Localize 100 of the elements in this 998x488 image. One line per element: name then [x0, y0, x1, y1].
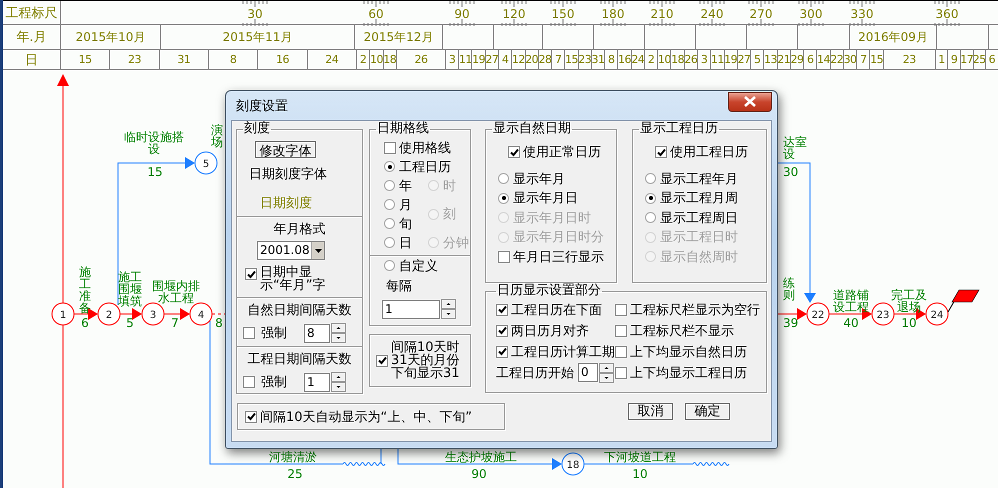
checkbox[interactable] — [376, 354, 388, 366]
checkbox[interactable] — [384, 142, 396, 154]
day-label: 3 — [448, 53, 456, 66]
checkbox[interactable] — [615, 366, 627, 378]
checkbox[interactable] — [243, 376, 255, 388]
font-label: 日期刻度字体 — [249, 166, 328, 183]
day-label: 15 — [78, 53, 92, 66]
number-field[interactable]: 0 — [578, 363, 598, 382]
number-field[interactable]: 1 — [304, 372, 330, 392]
day-label: 10 — [370, 53, 383, 66]
day-label: 11 — [459, 53, 472, 66]
number-field[interactable]: 1 — [382, 300, 440, 318]
duration-label: 6 — [81, 316, 89, 330]
radio-button[interactable] — [645, 192, 656, 204]
window-title: 刻度设置 — [236, 98, 288, 114]
checkbox[interactable] — [496, 304, 508, 316]
day-label: 5 — [754, 53, 760, 66]
month-label: 2015年12月 — [364, 28, 434, 46]
day-label: 26 — [414, 53, 428, 66]
radio-button[interactable] — [384, 199, 395, 210]
network-node[interactable]: 18 — [562, 452, 584, 476]
network-node[interactable]: 23 — [872, 302, 894, 326]
ruler-number: 90 — [454, 7, 470, 21]
ruler-number: 360 — [936, 7, 958, 21]
network-node[interactable]: 5 — [194, 152, 218, 174]
checkbox-label: 强制 — [261, 325, 288, 342]
radio-label: 自定义 — [399, 258, 438, 274]
group-title: 日期格线 — [376, 121, 430, 137]
ok-button[interactable]: 确定 — [685, 403, 730, 420]
checkbox-label: 日期中显示“年月”字 — [260, 266, 326, 292]
month-label: 2015年10月 — [76, 28, 146, 46]
flag-icon — [948, 290, 980, 312]
radio-button[interactable] — [384, 218, 395, 229]
number-field[interactable]: 8 — [304, 324, 330, 342]
day-label: 2 — [648, 53, 654, 66]
day-label: 30 — [844, 53, 856, 66]
checkbox[interactable] — [655, 146, 667, 158]
day-label: 16 — [618, 53, 631, 66]
duration-label: 15 — [147, 165, 163, 179]
activity-label: 生态护坡施工 — [445, 450, 517, 464]
activity-label: 下河坡道工程 — [604, 450, 676, 464]
checkbox-label: 上下均显示工程日历 — [630, 364, 747, 382]
checkbox[interactable] — [615, 324, 627, 336]
day-label: 10 — [658, 53, 670, 66]
duration-label: 5 — [126, 316, 134, 330]
close-button[interactable] — [728, 92, 772, 112]
duration-label: 30 — [783, 165, 798, 179]
network-node[interactable]: 4 — [190, 302, 212, 326]
day-label: 15 — [870, 53, 883, 66]
ruler-number: 180 — [602, 7, 624, 21]
day-label: 27 — [738, 53, 750, 66]
radio-button[interactable] — [645, 173, 656, 184]
ruler-number: 150 — [552, 7, 574, 21]
checkbox[interactable] — [498, 250, 510, 263]
section-title: 自然日期间隔天数 — [246, 302, 352, 319]
ruler-number: 60 — [368, 7, 384, 21]
format-dropdown[interactable]: 2001.08 — [257, 241, 325, 260]
spin-buttons[interactable] — [331, 372, 346, 392]
network-node[interactable]: 1 — [52, 302, 74, 326]
checkbox[interactable] — [496, 324, 508, 336]
day-label: 27 — [486, 53, 498, 66]
day-label: 29 — [790, 53, 804, 66]
checkbox[interactable] — [615, 304, 627, 316]
checkbox[interactable] — [245, 268, 257, 280]
checkbox-label: 工程标尺栏显示为空行 — [630, 302, 760, 318]
caret-icon — [314, 248, 322, 252]
day-label: 24 — [632, 53, 644, 66]
day-label: 21 — [778, 53, 790, 66]
network-node[interactable]: 22 — [806, 302, 830, 326]
spin-buttons[interactable] — [441, 299, 456, 319]
radio-button[interactable] — [384, 161, 395, 172]
checkbox[interactable] — [615, 346, 627, 358]
radio-button[interactable] — [384, 237, 395, 248]
ruler-number: 210 — [650, 7, 674, 21]
duration-label: 7 — [171, 316, 179, 330]
arrow — [120, 308, 142, 320]
radio-label: 旬 — [399, 216, 412, 232]
network-node[interactable]: 3 — [142, 302, 164, 326]
checkbox[interactable] — [496, 346, 508, 358]
spin-buttons[interactable] — [599, 362, 614, 382]
radio-button[interactable] — [645, 212, 656, 224]
radio-button[interactable] — [498, 173, 509, 184]
radio-button[interactable] — [384, 260, 395, 271]
day-label: 23 — [902, 53, 916, 66]
cancel-button[interactable]: 取消 — [628, 403, 673, 420]
duration-label: 39 — [783, 316, 798, 330]
day-label: 6 — [988, 53, 996, 66]
checkbox[interactable] — [508, 146, 520, 158]
activity-label: 演 场 — [211, 123, 223, 149]
radio-button[interactable] — [384, 180, 395, 191]
network-node[interactable]: 24 — [926, 302, 948, 326]
radio-button[interactable] — [498, 192, 509, 204]
checkbox[interactable] — [245, 410, 257, 422]
font-button[interactable]: 修改字体 — [255, 141, 316, 158]
spin-buttons[interactable] — [331, 323, 346, 343]
day-label: 2 — [360, 53, 366, 66]
header-label: 工程标尺 — [3, 1, 61, 24]
activity-label: 施 工 准 备 — [79, 265, 91, 315]
checkbox[interactable] — [243, 327, 255, 339]
day-label: 9 — [950, 53, 958, 66]
